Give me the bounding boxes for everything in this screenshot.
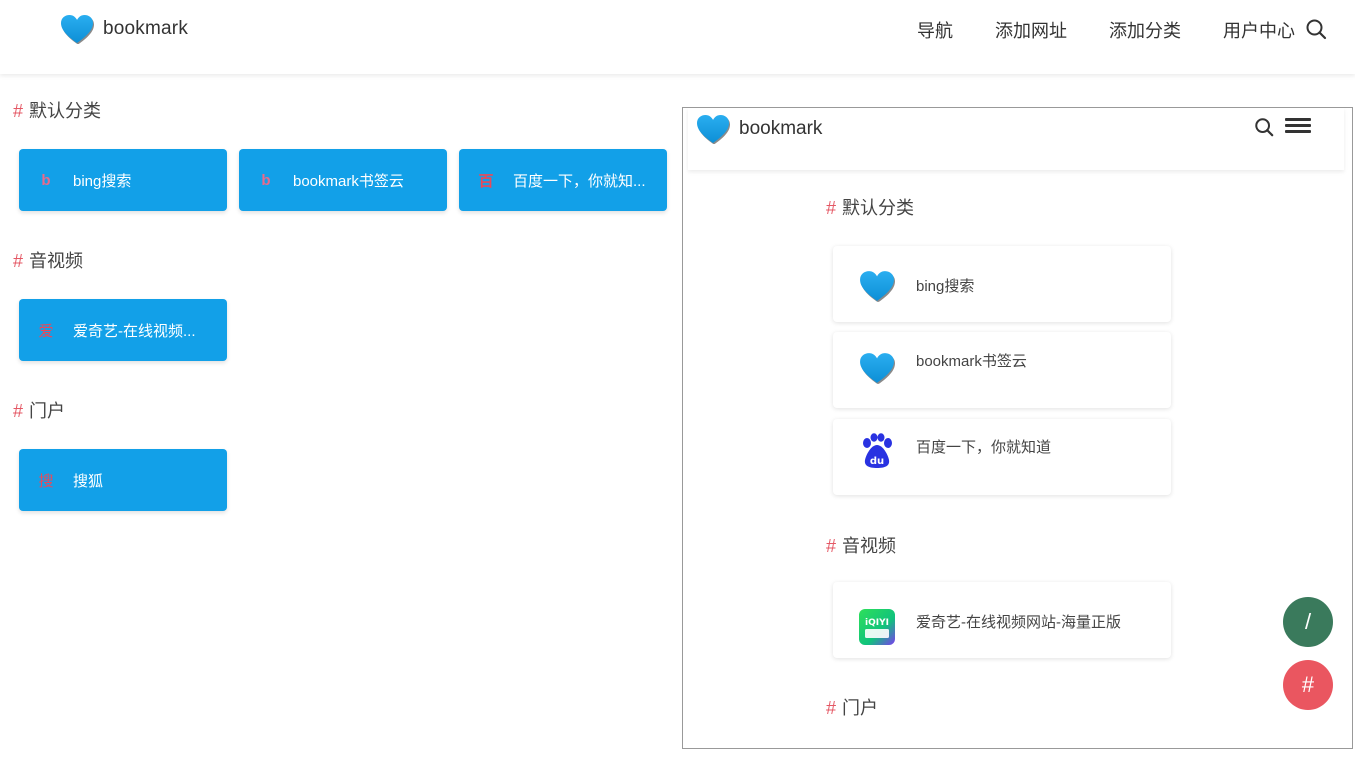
section-title-media: # 音视频 <box>13 247 83 273</box>
section-title-text: 音视频 <box>842 536 897 556</box>
bookmark-title: bing搜索 <box>73 172 132 190</box>
section-title-default: # 默认分类 <box>13 97 101 123</box>
preview-logo[interactable]: bookmark <box>696 114 822 144</box>
preview-section-title: # 音视频 <box>826 532 896 558</box>
bookmark-title: bookmark书签云 <box>293 172 404 190</box>
site-icon: 搜 <box>38 472 54 490</box>
site-icon: b <box>41 171 51 189</box>
nav-item-navigation[interactable]: 导航 <box>917 17 953 43</box>
bookmark-card[interactable]: 百 百度一下，你就知... <box>459 149 667 211</box>
section-title-portal: # 门户 <box>13 397 65 423</box>
site-logo[interactable]: bookmark <box>60 14 188 44</box>
section-title-text: 默认分类 <box>842 198 915 218</box>
heart-icon <box>859 268 895 304</box>
mobile-preview-frame: bookmark # 默认分类 bing搜索 bookmark书签云 du 百度一… <box>682 107 1353 749</box>
site-icon: 百 <box>478 172 494 190</box>
preview-logo-text: bookmark <box>739 118 823 139</box>
logo-text: bookmark <box>103 18 189 39</box>
preview-section-title: # 门户 <box>826 694 878 720</box>
bookmark-card[interactable]: b bing搜索 <box>19 149 227 211</box>
search-icon[interactable] <box>1254 117 1274 137</box>
hash-mark: # <box>13 251 24 271</box>
top-header: bookmark 导航 添加网址 添加分类 用户中心 <box>0 0 1355 74</box>
heart-icon <box>60 14 94 44</box>
bookmark-title: 搜狐 <box>73 472 104 490</box>
bookmark-title: 百度一下，你就知... <box>513 172 646 190</box>
hash-mark: # <box>826 698 837 718</box>
heart-icon <box>696 114 730 144</box>
search-icon[interactable] <box>1305 18 1327 40</box>
bookmark-title: 百度一下，你就知道 <box>916 439 1052 456</box>
bookmark-title: 爱奇艺-在线视频网站-海量正版 <box>916 614 1121 631</box>
category-jump-button[interactable]: # <box>1283 660 1333 710</box>
svg-text:iQIYI: iQIYI <box>865 618 889 628</box>
section-title-text: 门户 <box>842 698 879 718</box>
nav-item-add-category[interactable]: 添加分类 <box>1109 17 1181 43</box>
hamburger-menu-icon[interactable] <box>1285 118 1311 136</box>
preview-bookmark-card[interactable]: du 百度一下，你就知道 <box>833 419 1171 495</box>
bookmark-title: bing搜索 <box>916 278 975 295</box>
preview-bookmark-card[interactable]: bing搜索 <box>833 246 1171 322</box>
bookmark-title: bookmark书签云 <box>916 353 1027 370</box>
preview-bookmark-card[interactable]: iQIYI 爱奇艺-在线视频网站-海量正版 <box>833 582 1171 658</box>
site-icon: b <box>261 171 271 189</box>
preview-header: bookmark <box>688 108 1344 170</box>
section-title-text: 门户 <box>29 401 66 421</box>
bookmark-card[interactable]: 搜 搜狐 <box>19 449 227 511</box>
hash-mark: # <box>826 198 837 218</box>
preview-bookmark-card[interactable]: bookmark书签云 <box>833 332 1171 408</box>
svg-text:du: du <box>870 456 884 467</box>
bookmark-card[interactable]: b bookmark书签云 <box>239 149 447 211</box>
preview-section-title: # 默认分类 <box>826 194 914 220</box>
baidu-paw-icon: du <box>863 433 892 468</box>
heart-icon <box>859 350 895 386</box>
section-title-text: 默认分类 <box>29 101 102 121</box>
bookmark-card[interactable]: 爱 爱奇艺-在线视频... <box>19 299 227 361</box>
section-title-text: 音视频 <box>29 251 84 271</box>
site-icon: 爱 <box>38 322 54 340</box>
hash-mark: # <box>13 101 24 121</box>
bookmark-title: 爱奇艺-在线视频... <box>73 322 196 340</box>
main-nav: 导航 添加网址 添加分类 用户中心 <box>917 0 1295 60</box>
nav-item-user-center[interactable]: 用户中心 <box>1223 17 1295 43</box>
hash-mark: # <box>826 536 837 556</box>
hash-mark: # <box>13 401 24 421</box>
search-shortcut-button[interactable]: / <box>1283 597 1333 647</box>
nav-item-add-url[interactable]: 添加网址 <box>995 17 1067 43</box>
iqiyi-icon: iQIYI <box>859 609 895 645</box>
